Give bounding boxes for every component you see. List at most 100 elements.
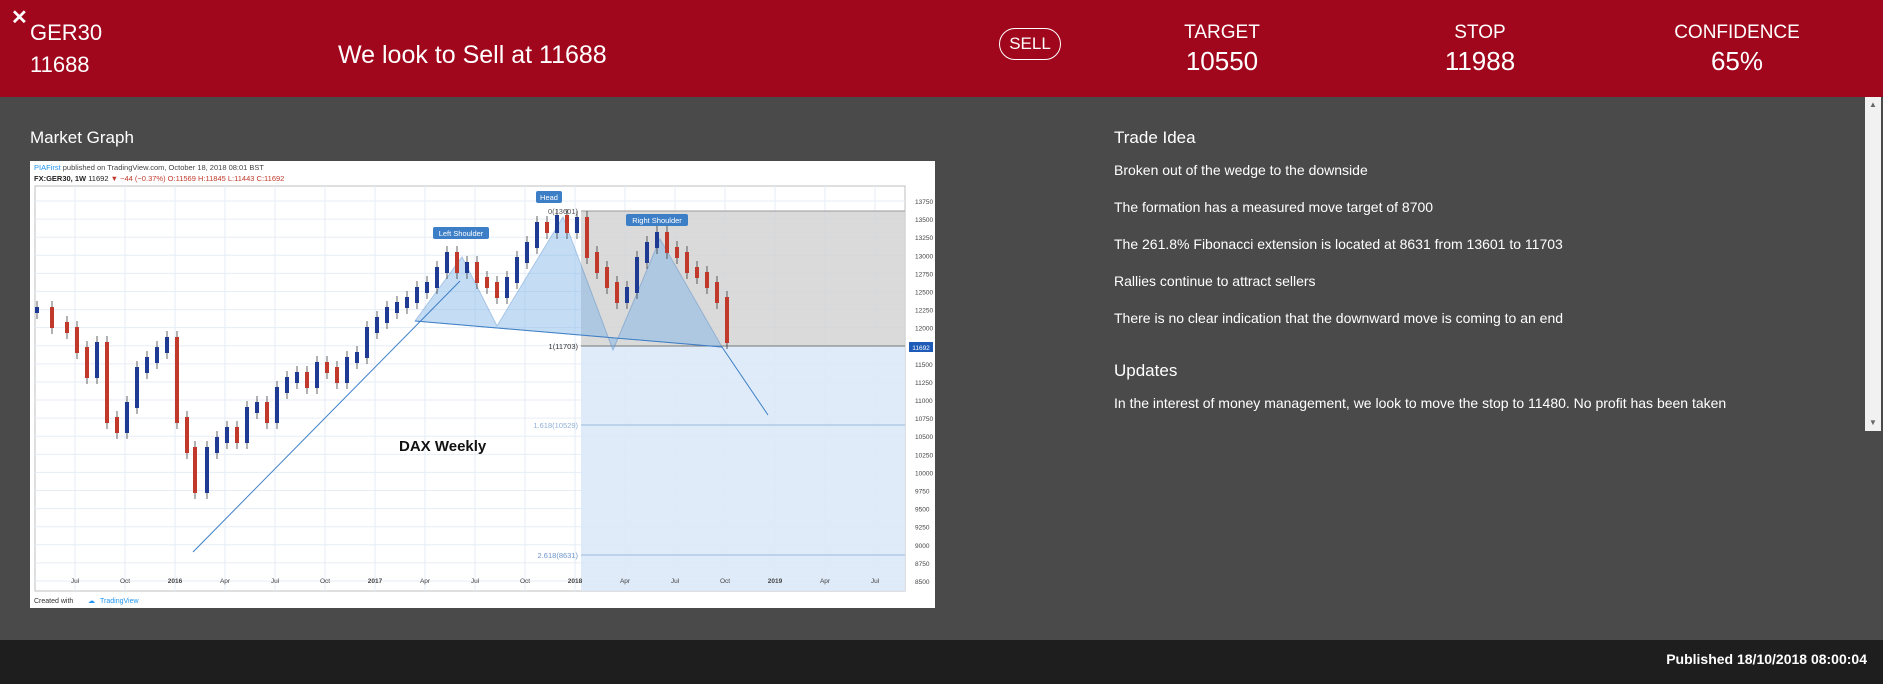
- candle-body: [695, 267, 699, 278]
- candle-body: [65, 322, 69, 333]
- candle-body: [345, 357, 349, 383]
- candle-body: [285, 377, 289, 393]
- x-tick-label: 2017: [368, 578, 383, 585]
- target-value: 10550: [1185, 46, 1259, 76]
- updates-text: In the interest of money management, we …: [1114, 395, 1727, 411]
- candle-body: [705, 272, 709, 288]
- candle-body: [125, 402, 129, 433]
- candle-body: [305, 372, 309, 388]
- published-timestamp: Published 18/10/2018 08:00:04: [1666, 651, 1867, 667]
- updates-title: Updates: [1114, 361, 1178, 380]
- x-tick-label: 2018: [568, 578, 583, 585]
- candle-body: [185, 417, 189, 453]
- y-tick-label: 10000: [915, 470, 933, 477]
- candle-body: [635, 257, 639, 293]
- market-graph-title: Market Graph: [30, 128, 134, 147]
- close-icon[interactable]: ✕: [11, 8, 28, 28]
- x-tick-label: Apr: [420, 578, 431, 585]
- instrument-name: GER30: [30, 20, 103, 45]
- x-tick-label: Apr: [820, 578, 831, 585]
- candle-body: [355, 352, 359, 363]
- left-shoulder-label: Left Shoulder: [439, 229, 484, 238]
- candle-body: [75, 327, 79, 353]
- candle-body: [595, 252, 599, 273]
- candle-body: [485, 277, 489, 288]
- candle-body: [95, 342, 99, 378]
- candle-body: [275, 387, 279, 423]
- signal-header: ✕ GER30 11688 We look to Sell at 11688 S…: [0, 0, 1883, 97]
- target-stat: TARGET 10550: [1164, 22, 1280, 76]
- candle-body: [315, 362, 319, 388]
- trade-idea-point: Rallies continue to attract sellers: [1114, 273, 1316, 289]
- y-tick-label: 11500: [915, 362, 933, 369]
- stop-value: 11988: [1444, 46, 1516, 76]
- candle-body: [295, 372, 299, 383]
- y-tick-label: 9250: [915, 525, 930, 532]
- candle-body: [435, 267, 439, 288]
- candle-body: [475, 262, 479, 283]
- candle-body: [105, 342, 109, 423]
- x-tick-label: Oct: [720, 578, 730, 585]
- y-tick-label: 9500: [915, 507, 930, 514]
- head-label: Head: [540, 193, 558, 202]
- chart-symbol-line: FX:GER30, 1W 11692 ▼ −44 (−0.37%) O:1156…: [34, 174, 284, 183]
- x-tick-label: Apr: [220, 578, 231, 585]
- trade-idea-point: Broken out of the wedge to the downside: [1114, 162, 1368, 178]
- confidence-stat: CONFIDENCE 65%: [1664, 22, 1810, 76]
- x-tick-label: Apr: [620, 578, 631, 585]
- footer-bar: Published 18/10/2018 08:00:04: [0, 640, 1883, 684]
- candle-body: [495, 282, 499, 298]
- stop-stat: STOP 11988: [1420, 22, 1540, 76]
- candle-body: [245, 407, 249, 443]
- scroll-down-icon[interactable]: ▼: [1865, 415, 1881, 431]
- candle-body: [455, 252, 459, 273]
- candle-body: [615, 282, 619, 303]
- candle-body: [515, 257, 519, 283]
- candle-body: [85, 347, 89, 378]
- candle-body: [575, 217, 579, 233]
- x-tick-label: Oct: [320, 578, 330, 585]
- candle-body: [445, 252, 449, 273]
- y-tick-label: 10250: [915, 452, 933, 459]
- y-tick-label: 8750: [915, 561, 930, 568]
- tradingview-link[interactable]: TradingView: [100, 598, 139, 605]
- candle-body: [625, 287, 629, 303]
- candle-body: [265, 402, 269, 423]
- y-tick-label: 12750: [915, 271, 933, 278]
- fib-box-lower: [581, 346, 905, 591]
- trade-idea-point: The 261.8% Fibonacci extension is locate…: [1114, 236, 1563, 252]
- x-tick-label: Jul: [671, 578, 680, 585]
- x-tick-label: 2016: [168, 578, 183, 585]
- y-tick-label: 11000: [915, 398, 933, 405]
- scroll-up-icon[interactable]: ▲: [1865, 97, 1881, 113]
- stop-label: STOP: [1454, 22, 1506, 43]
- candle-body: [425, 282, 429, 293]
- y-tick-label: 10750: [915, 416, 933, 423]
- y-tick-label: 13250: [915, 235, 933, 242]
- confidence-value: 65%: [1710, 46, 1764, 76]
- scrollbar[interactable]: ▲ ▼: [1865, 97, 1881, 431]
- x-tick-label: Jul: [271, 578, 280, 585]
- candle-body: [135, 367, 139, 408]
- chart-watermark: DAX Weekly: [399, 438, 487, 455]
- candle-body: [715, 282, 719, 303]
- candle-body: [555, 215, 559, 233]
- candle-body: [405, 297, 409, 308]
- y-tick-label: 10500: [915, 434, 933, 441]
- candle-body: [535, 222, 539, 248]
- y-tick-label: 9000: [915, 543, 930, 550]
- y-tick-label: 13000: [915, 253, 933, 260]
- x-tick-label: Oct: [520, 578, 530, 585]
- fib-2618-label: 2.618(8631): [538, 551, 579, 560]
- candle-body: [605, 267, 609, 288]
- candle-body: [193, 447, 197, 493]
- fib-0-label: 0(13601): [548, 207, 579, 216]
- candle-body: [665, 232, 669, 253]
- y-tick-label: 13750: [915, 199, 933, 206]
- created-with-text: Created with: [34, 598, 73, 605]
- x-tick-label: Oct: [120, 578, 130, 585]
- candle-body: [465, 262, 469, 273]
- x-tick-label: Jul: [71, 578, 80, 585]
- sell-badge[interactable]: SELL: [999, 28, 1061, 60]
- candle-body: [645, 242, 649, 263]
